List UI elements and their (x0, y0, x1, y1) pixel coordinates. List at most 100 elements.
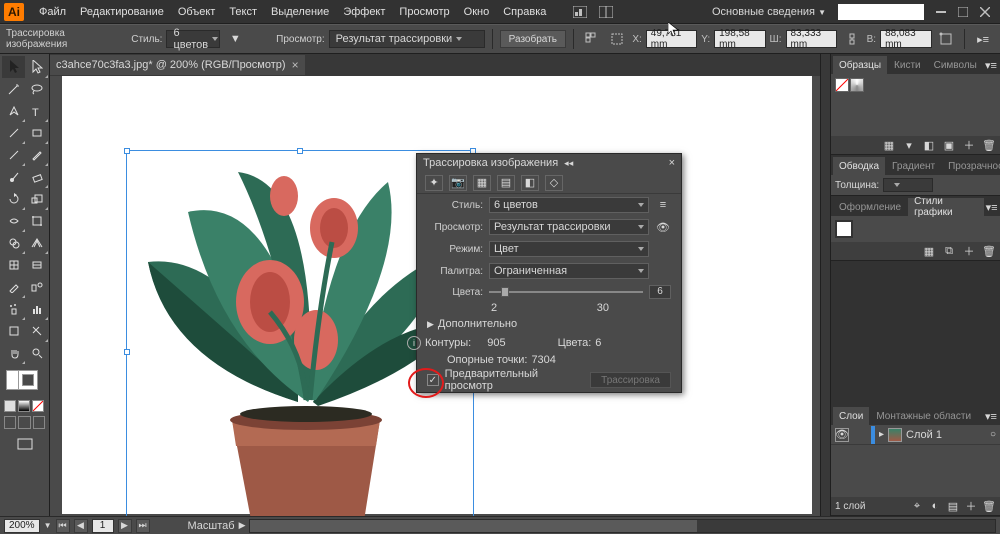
slice-tool[interactable] (25, 320, 48, 342)
rectangle-tool[interactable] (25, 122, 48, 144)
tab-swatches[interactable]: Образцы (833, 56, 887, 74)
tab-transparency[interactable]: Прозрачность (942, 157, 1000, 175)
delete-layer-icon[interactable]: 🗑 (982, 499, 996, 513)
shape-builder-tool[interactable] (2, 232, 25, 254)
trace-mode-dropdown[interactable]: Цвет (489, 241, 649, 257)
pencil-tool[interactable] (25, 144, 48, 166)
workspace-switcher[interactable]: Основные сведения ▼ (706, 6, 832, 18)
swatch-options-icon[interactable]: ◧ (922, 138, 936, 152)
direct-selection-tool[interactable] (25, 56, 48, 78)
minimize-button[interactable] (933, 5, 949, 19)
preset-grayscale-icon[interactable]: ▤ (497, 175, 515, 191)
collapse-icon[interactable]: ◂◂ (564, 158, 573, 169)
width-tool[interactable] (2, 210, 25, 232)
menu-select[interactable]: Выделение (264, 6, 336, 18)
advanced-toggle[interactable]: ▶ Дополнительно (417, 314, 681, 334)
document-tab[interactable]: c3ahce70c3fa3.jpg* @ 200% (RGB/Просмотр)… (50, 55, 305, 75)
new-style-icon[interactable]: ＋ (962, 244, 976, 258)
search-input[interactable] (838, 4, 924, 20)
trace-view-dropdown[interactable]: Результат трассировки (489, 219, 649, 235)
zoom-tool[interactable] (25, 342, 48, 364)
tab-graphic-styles[interactable]: Стили графики (908, 198, 984, 216)
close-panel-icon[interactable]: × (669, 157, 675, 169)
tab-brushes[interactable]: Кисти (888, 56, 927, 74)
scale-tool[interactable] (25, 188, 48, 210)
preview-dropdown[interactable]: Результат трассировки (329, 30, 485, 48)
panel-titlebar[interactable]: Трассировка изображения ◂◂ × (417, 154, 681, 172)
close-tab-icon[interactable]: × (292, 58, 299, 72)
menu-window[interactable]: Окно (457, 6, 497, 18)
panel-menu-icon[interactable]: ▾≡ (984, 56, 998, 74)
x-input[interactable]: 49,781 mm (646, 30, 697, 48)
break-link-icon[interactable]: ⧉ (942, 244, 956, 258)
swatch-libraries-icon[interactable]: ▦ (882, 138, 896, 152)
tab-gradient[interactable]: Градиент (886, 157, 941, 175)
preset-outline-icon[interactable]: ◇ (545, 175, 563, 191)
w-input[interactable]: 83,333 mm (786, 30, 837, 48)
link-wh-icon[interactable] (841, 30, 863, 48)
preset-bw-icon[interactable]: ◧ (521, 175, 539, 191)
eraser-tool[interactable] (25, 166, 48, 188)
tab-artboards[interactable]: Монтажные области (870, 407, 977, 425)
trace-style-menu-icon[interactable]: ≡ (655, 197, 671, 213)
first-artboard-button[interactable]: ⏮ (56, 519, 70, 533)
eyedropper-tool[interactable] (2, 276, 25, 298)
lasso-tool[interactable] (25, 78, 48, 100)
column-graph-tool[interactable] (25, 298, 48, 320)
swatch-none[interactable] (835, 78, 849, 92)
blend-tool[interactable] (25, 276, 48, 298)
panel-menu-icon[interactable]: ▾≡ (985, 198, 998, 216)
trace-button[interactable]: Трассировка (590, 372, 671, 388)
hand-tool[interactable] (2, 342, 25, 364)
free-transform-tool[interactable] (25, 210, 48, 232)
color-mode-color[interactable] (4, 400, 16, 412)
arrange-docs-icon[interactable] (595, 3, 617, 21)
blob-brush-tool[interactable] (2, 166, 25, 188)
tab-appearance[interactable]: Оформление (833, 198, 907, 216)
swatch-registration[interactable] (850, 78, 864, 92)
type-tool[interactable]: T (25, 100, 48, 122)
pen-tool[interactable] (2, 100, 25, 122)
graphic-style-default[interactable] (835, 220, 853, 238)
style-dropdown[interactable]: 6 цветов (166, 30, 220, 48)
new-layer-icon[interactable]: ＋ (964, 499, 978, 513)
trace-style-dropdown[interactable]: 6 цветов (489, 197, 649, 213)
tab-layers[interactable]: Слои (833, 407, 869, 425)
artboard-tool[interactable] (2, 320, 25, 342)
visibility-icon[interactable]: 👁 (835, 428, 849, 442)
colors-value[interactable]: 6 (649, 285, 671, 299)
close-button[interactable] (977, 5, 993, 19)
menu-text[interactable]: Текст (222, 6, 264, 18)
mesh-tool[interactable] (2, 254, 25, 276)
new-swatch-icon[interactable]: ＋ (962, 138, 976, 152)
symbol-sprayer-tool[interactable] (2, 298, 25, 320)
eye-icon[interactable]: 👁 (655, 219, 671, 235)
preset-highcolor-icon[interactable]: 📷 (449, 175, 467, 191)
paintbrush-tool[interactable] (2, 144, 25, 166)
stroke-swatch[interactable] (18, 370, 38, 390)
draw-inside[interactable] (33, 416, 45, 429)
last-artboard-button[interactable]: ⏭ (136, 519, 150, 533)
menu-object[interactable]: Объект (171, 6, 222, 18)
delete-swatch-icon[interactable]: 🗑 (982, 138, 996, 152)
perspective-grid-tool[interactable] (25, 232, 48, 254)
panel-dock-strip[interactable] (820, 54, 830, 516)
preset-auto-icon[interactable]: ✦ (425, 175, 443, 191)
tab-symbols[interactable]: Символы (928, 56, 983, 74)
shape-corners-icon[interactable] (936, 30, 958, 48)
colors-slider[interactable] (489, 291, 643, 293)
layer-name[interactable]: Слой 1 (906, 429, 942, 441)
delete-style-icon[interactable]: 🗑 (982, 244, 996, 258)
horizontal-scrollbar[interactable] (249, 519, 996, 533)
bridge-icon[interactable] (569, 3, 591, 21)
prev-artboard-button[interactable]: ◀ (74, 519, 88, 533)
next-artboard-button[interactable]: ▶ (118, 519, 132, 533)
preset-lowcolor-icon[interactable]: ▦ (473, 175, 491, 191)
zoom-field[interactable]: 200% (4, 519, 40, 533)
new-group-icon[interactable]: ▣ (942, 138, 956, 152)
panel-flyout-icon[interactable]: ▸≡ (972, 30, 994, 48)
selection-tool[interactable] (2, 56, 25, 78)
draw-behind[interactable] (18, 416, 30, 429)
swatch-kinds-icon[interactable]: ▾ (902, 138, 916, 152)
expand-button[interactable]: Разобрать (500, 30, 566, 48)
